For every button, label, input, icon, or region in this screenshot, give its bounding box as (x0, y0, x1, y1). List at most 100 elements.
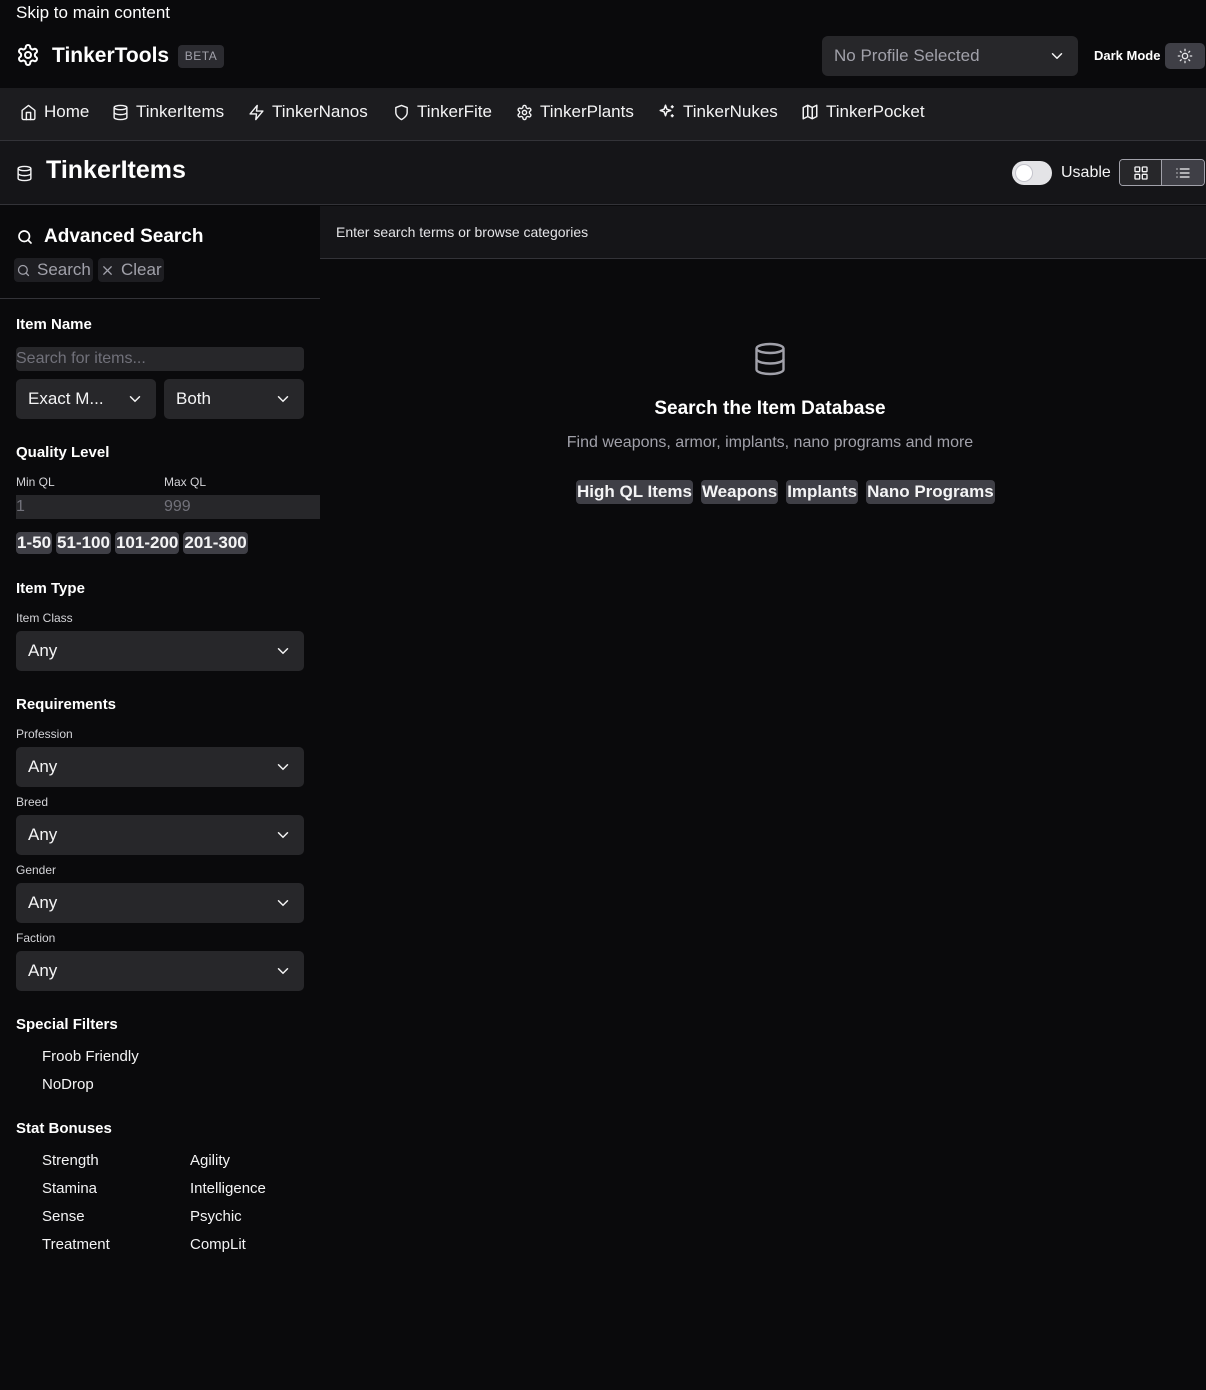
grid-icon (1133, 165, 1149, 181)
nodrop-checkbox[interactable]: NoDrop (42, 1076, 94, 1093)
item-class-select[interactable]: Any (16, 631, 304, 671)
usable-label: Usable (1061, 164, 1111, 181)
min-ql-input[interactable] (16, 495, 164, 519)
database-icon (112, 104, 129, 121)
froob-friendly-checkbox[interactable]: Froob Friendly (42, 1048, 139, 1065)
stat-agility-checkbox[interactable]: Agility (190, 1152, 230, 1169)
close-icon (100, 263, 115, 278)
database-icon (752, 340, 788, 378)
grid-view-button[interactable] (1120, 160, 1163, 185)
chevron-down-icon (274, 826, 292, 844)
nav-tinkerfite-label: TinkerFite (417, 102, 492, 121)
gear-icon (516, 104, 533, 121)
chevron-down-icon (126, 390, 144, 408)
profession-value: Any (28, 757, 58, 776)
ql-preset-button[interactable]: 201-300 (183, 532, 248, 554)
quality-level-section-title: Quality Level (16, 444, 110, 461)
search-status-bar: Enter search terms or browse categories (320, 206, 1206, 259)
view-mode-toggle (1119, 159, 1205, 186)
sparkles-icon (658, 103, 676, 121)
chevron-down-icon (274, 758, 292, 776)
page-title: TinkerItems (46, 156, 186, 184)
profession-label: Profession (16, 727, 73, 741)
max-ql-label: Max QL (164, 475, 207, 489)
nav-tinkerfite[interactable]: TinkerFite (393, 102, 492, 122)
app-title[interactable]: TinkerTools (52, 44, 169, 68)
nav-tinkernanos[interactable]: TinkerNanos (248, 102, 368, 122)
stat-strength-checkbox[interactable]: Strength (42, 1152, 99, 1169)
stat-intelligence-checkbox[interactable]: Intelligence (190, 1180, 266, 1197)
nav-tinkernanos-label: TinkerNanos (272, 102, 368, 121)
search-button[interactable]: Search (14, 258, 93, 282)
list-icon (1175, 165, 1191, 181)
chevron-down-icon (274, 962, 292, 980)
nav-tinkeritems[interactable]: TinkerItems (112, 102, 224, 122)
search-scope-select[interactable]: Both (164, 379, 304, 419)
category-weapons-button[interactable]: Weapons (700, 480, 779, 504)
nav-home[interactable]: Home (20, 102, 89, 122)
special-filters-section-title: Special Filters (16, 1016, 118, 1033)
stat-complit-checkbox[interactable]: CompLit (190, 1236, 246, 1253)
match-mode-select[interactable]: Exact M... (16, 379, 156, 419)
stat-psychic-checkbox[interactable]: Psychic (190, 1208, 242, 1225)
faction-value: Any (28, 961, 58, 980)
stat-bonuses-section-title: Stat Bonuses (16, 1120, 112, 1137)
nav-tinkerplants[interactable]: TinkerPlants (516, 102, 634, 122)
gender-label: Gender (16, 863, 57, 877)
category-high-ql-button[interactable]: High QL Items (576, 480, 693, 504)
stat-treatment-checkbox[interactable]: Treatment (42, 1236, 110, 1253)
skip-to-content-link[interactable]: Skip to main content (16, 3, 170, 23)
gender-select[interactable]: Any (16, 883, 304, 923)
breed-value: Any (28, 825, 58, 844)
ql-preset-button[interactable]: 101-200 (114, 532, 180, 554)
category-nano-programs-button[interactable]: Nano Programs (866, 480, 995, 504)
ql-preset-button[interactable]: 51-100 (56, 532, 111, 554)
divider (0, 298, 320, 299)
shield-icon (393, 104, 410, 121)
profile-select[interactable]: No Profile Selected (822, 36, 1078, 76)
nav-tinkerpocket[interactable]: TinkerPocket (801, 102, 925, 122)
min-ql-field[interactable] (16, 495, 164, 519)
item-name-section-title: Item Name (16, 316, 92, 333)
list-view-button[interactable] (1162, 160, 1204, 185)
stat-sense-checkbox[interactable]: Sense (42, 1208, 85, 1225)
usable-toggle[interactable] (1012, 161, 1052, 185)
theme-toggle-button[interactable] (1165, 43, 1205, 69)
results-panel: Enter search terms or browse categories … (320, 206, 1206, 1390)
breed-label: Breed (16, 795, 49, 809)
chevron-down-icon (1048, 47, 1066, 65)
stat-stamina-checkbox[interactable]: Stamina (42, 1180, 97, 1197)
clear-button[interactable]: Clear (98, 258, 164, 282)
search-button-label: Search (37, 260, 91, 279)
item-name-input[interactable] (16, 347, 304, 371)
advanced-search-sidebar: Advanced Search Search Clear Item Name E… (0, 206, 320, 1390)
item-class-value: Any (28, 641, 58, 660)
ql-preset-button[interactable]: 1-50 (16, 532, 53, 554)
max-ql-field[interactable] (164, 495, 320, 519)
search-hint-text: Enter search terms or browse categories (336, 224, 589, 240)
advanced-search-title: Advanced Search (44, 226, 204, 247)
nav-tinkerpocket-label: TinkerPocket (826, 102, 925, 121)
category-shortcuts: High QL Items Weapons Implants Nano Prog… (576, 480, 995, 504)
search-icon (16, 263, 31, 278)
empty-state-subtitle: Find weapons, armor, implants, nano prog… (566, 434, 974, 451)
item-name-field[interactable] (16, 347, 304, 371)
map-icon (801, 103, 819, 121)
category-implants-button[interactable]: Implants (786, 480, 859, 504)
faction-select[interactable]: Any (16, 951, 304, 991)
nav-tinkernukes[interactable]: TinkerNukes (658, 102, 778, 122)
chevron-down-icon (274, 642, 292, 660)
dark-mode-label: Dark Mode (1094, 48, 1161, 63)
nav-tinkernukes-label: TinkerNukes (683, 102, 778, 121)
main-nav: Home TinkerItems TinkerNanos TinkerFite … (0, 88, 1206, 141)
toggle-knob (1016, 165, 1032, 181)
faction-label: Faction (16, 931, 56, 945)
breed-select[interactable]: Any (16, 815, 304, 855)
profession-select[interactable]: Any (16, 747, 304, 787)
clear-button-label: Clear (121, 260, 162, 279)
ql-presets: 1-50 51-100 101-200 201-300 (16, 532, 248, 554)
gender-value: Any (28, 893, 58, 912)
nav-tinkeritems-label: TinkerItems (136, 102, 225, 121)
page-header: TinkerItems Usable (0, 141, 1206, 205)
max-ql-input[interactable] (164, 495, 320, 519)
